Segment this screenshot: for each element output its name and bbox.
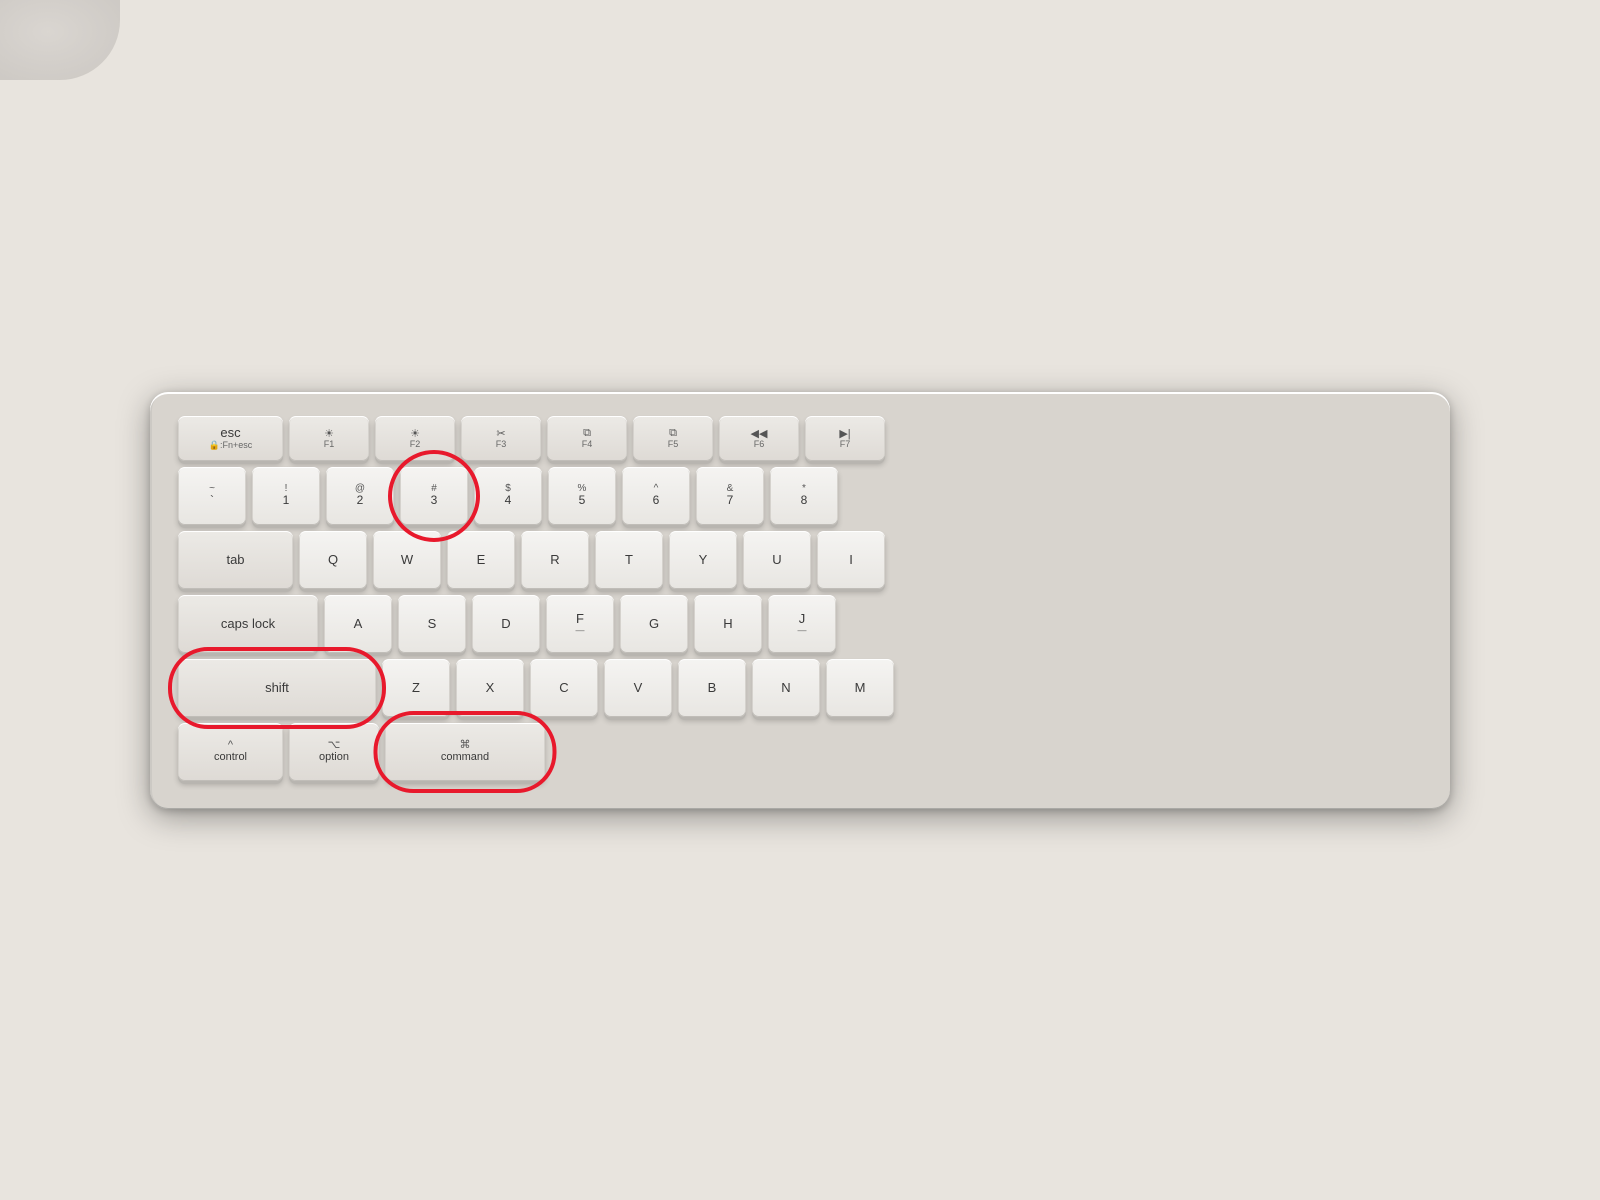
key-f2[interactable]: ☀ F2 xyxy=(375,416,455,461)
key-option[interactable]: ⌥ option xyxy=(289,723,379,781)
key-e[interactable]: E xyxy=(447,531,515,589)
key-f5[interactable]: ⧉ F5 xyxy=(633,416,713,461)
key-y[interactable]: Y xyxy=(669,531,737,589)
brightness-low-icon: ☀ xyxy=(324,427,334,440)
cut-icon: ✂ xyxy=(496,427,505,440)
key-w[interactable]: W xyxy=(373,531,441,589)
qwerty-row: tab Q W E R T Y U I xyxy=(178,531,1422,589)
key-f3[interactable]: ✂ F3 xyxy=(461,416,541,461)
key-b[interactable]: B xyxy=(678,659,746,717)
key-esc-label: esc xyxy=(220,425,240,441)
key-5[interactable]: % 5 xyxy=(548,467,616,525)
copy-icon: ⧉ xyxy=(583,427,591,440)
key-caps-lock[interactable]: caps lock xyxy=(178,595,318,653)
key-command[interactable]: ⌘ command xyxy=(385,723,545,781)
key-f1[interactable]: ☀ F1 xyxy=(289,416,369,461)
key-j[interactable]: J — xyxy=(768,595,836,653)
key-3[interactable]: # 3 xyxy=(400,467,468,525)
key-m[interactable]: M xyxy=(826,659,894,717)
key-control[interactable]: ^ control xyxy=(178,723,283,781)
key-backtick[interactable]: ~ ` xyxy=(178,467,246,525)
key-tab[interactable]: tab xyxy=(178,531,293,589)
key-g[interactable]: G xyxy=(620,595,688,653)
key-f6[interactable]: ◀◀ F6 xyxy=(719,416,799,461)
key-f5-label: F5 xyxy=(668,440,679,450)
key-d[interactable]: D xyxy=(472,595,540,653)
mouse-corner xyxy=(0,0,120,80)
key-esc[interactable]: esc 🔒:Fn+esc xyxy=(178,416,283,461)
key-s[interactable]: S xyxy=(398,595,466,653)
key-a[interactable]: A xyxy=(324,595,392,653)
key-t[interactable]: T xyxy=(595,531,663,589)
key-r[interactable]: R xyxy=(521,531,589,589)
key-h[interactable]: H xyxy=(694,595,762,653)
key-f1-label: F1 xyxy=(324,440,335,450)
key-z[interactable]: Z xyxy=(382,659,450,717)
keyboard: esc 🔒:Fn+esc ☀ F1 ☀ F2 ✂ F3 ⧉ F4 ⧉ F5 xyxy=(150,392,1450,809)
key-v[interactable]: V xyxy=(604,659,672,717)
key-1[interactable]: ! 1 xyxy=(252,467,320,525)
keyboard-rows: esc 🔒:Fn+esc ☀ F1 ☀ F2 ✂ F3 ⧉ F4 ⧉ F5 xyxy=(178,416,1422,781)
option-icon: ⌥ xyxy=(328,738,341,751)
key-4[interactable]: $ 4 xyxy=(474,467,542,525)
key-shift-left[interactable]: shift xyxy=(178,659,376,717)
key-f2-label: F2 xyxy=(410,440,421,450)
control-icon: ^ xyxy=(228,739,233,751)
key-u[interactable]: U xyxy=(743,531,811,589)
key-7[interactable]: & 7 xyxy=(696,467,764,525)
command-icon: ⌘ xyxy=(460,738,471,751)
rewind-icon: ◀◀ xyxy=(751,427,768,440)
bottom-row: ^ control ⌥ option ⌘ command xyxy=(178,723,1422,781)
key-q[interactable]: Q xyxy=(299,531,367,589)
home-row: caps lock A S D F — G H J — xyxy=(178,595,1422,653)
key-8[interactable]: * 8 xyxy=(770,467,838,525)
key-f4[interactable]: ⧉ F4 xyxy=(547,416,627,461)
shift-row: shift Z X C V B N M xyxy=(178,659,1422,717)
key-6[interactable]: ^ 6 xyxy=(622,467,690,525)
key-2[interactable]: @ 2 xyxy=(326,467,394,525)
paste-icon: ⧉ xyxy=(669,427,677,440)
key-i[interactable]: I xyxy=(817,531,885,589)
play-pause-icon: ▶| xyxy=(839,427,850,440)
fn-row: esc 🔒:Fn+esc ☀ F1 ☀ F2 ✂ F3 ⧉ F4 ⧉ F5 xyxy=(178,416,1422,461)
key-x[interactable]: X xyxy=(456,659,524,717)
key-c[interactable]: C xyxy=(530,659,598,717)
key-f6-label: F6 xyxy=(754,440,765,450)
key-n[interactable]: N xyxy=(752,659,820,717)
key-esc-sub: 🔒:Fn+esc xyxy=(209,441,252,451)
key-f3-label: F3 xyxy=(496,440,507,450)
brightness-high-icon: ☀ xyxy=(410,427,420,440)
number-row: ~ ` ! 1 @ 2 # 3 $ 4 % 5 xyxy=(178,467,1422,525)
key-f4-label: F4 xyxy=(582,440,593,450)
key-f7[interactable]: ▶| F7 xyxy=(805,416,885,461)
key-f7-label: F7 xyxy=(840,440,851,450)
key-f[interactable]: F — xyxy=(546,595,614,653)
